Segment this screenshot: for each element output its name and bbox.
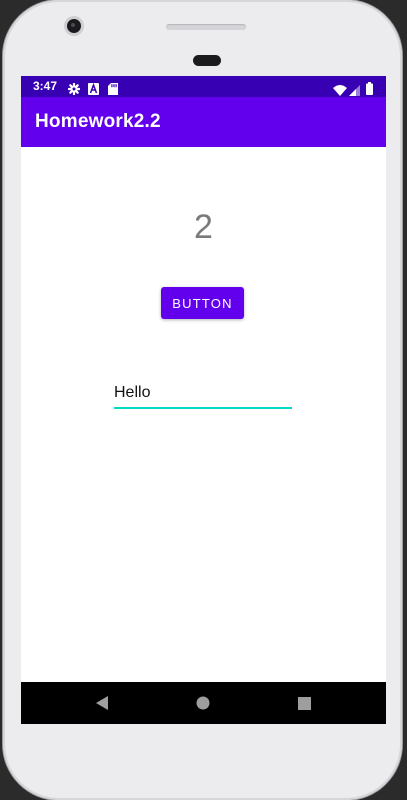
increment-button[interactable]: BUTTON — [161, 287, 244, 319]
home-icon[interactable] — [188, 682, 218, 724]
earpiece-speaker — [166, 24, 246, 30]
navigation-bar — [21, 682, 386, 724]
proximity-sensor — [193, 55, 221, 66]
status-time: 3:47 — [33, 79, 58, 93]
front-camera — [67, 19, 81, 33]
app-bar: Homework2.2 — [21, 97, 386, 147]
back-icon[interactable] — [87, 682, 117, 724]
device-screen: 3:47 Homework2.2 2 BUTTON Hello — [21, 76, 386, 724]
recents-icon[interactable] — [289, 682, 319, 724]
text-input-field[interactable] — [114, 381, 292, 409]
status-bar: 3:47 — [21, 76, 386, 97]
app-title: Homework2.2 — [35, 111, 161, 132]
counter-text: 2 — [194, 208, 213, 246]
